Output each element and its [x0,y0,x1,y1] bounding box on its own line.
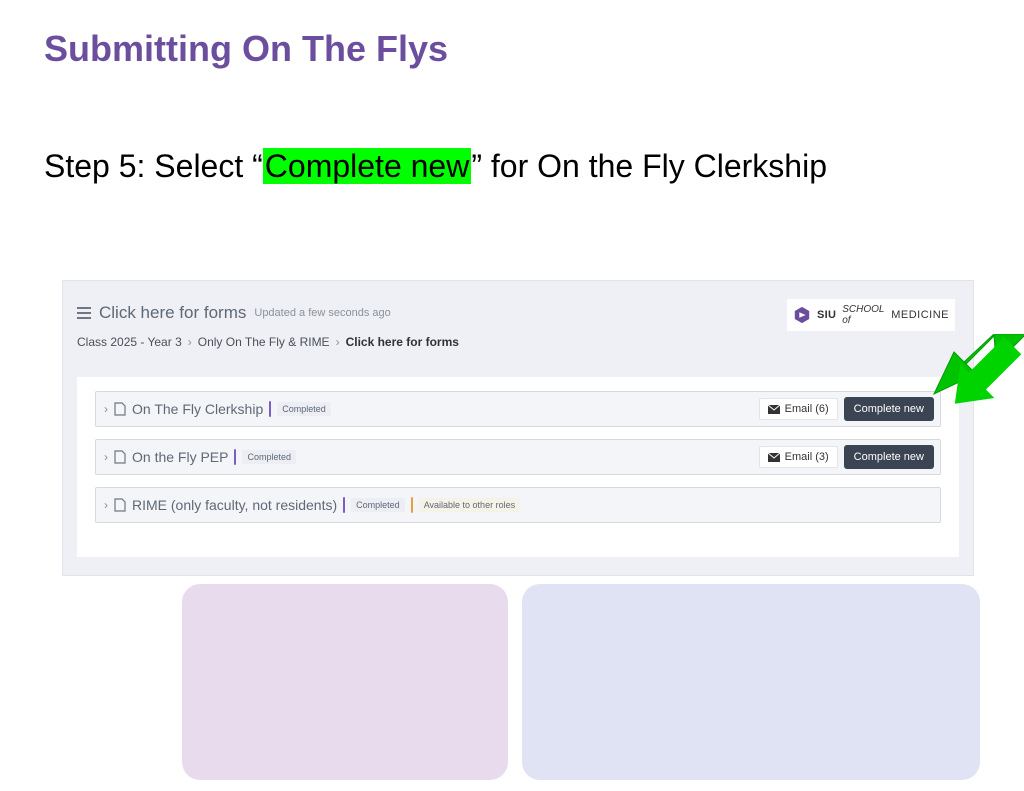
divider [269,401,271,417]
divider [234,449,236,465]
envelope-icon [768,453,780,462]
chevron-right-icon: › [336,335,340,349]
status-badge: Completed [242,450,296,464]
callout-arrow-icon [926,334,1024,414]
chevron-right-icon: › [188,335,192,349]
form-row-title: On the Fly PEP [132,449,228,465]
document-icon [114,498,126,512]
envelope-icon [768,405,780,414]
logo-text-bold: SIU [817,309,836,321]
form-row-clerkship[interactable]: › On The Fly Clerkship Completed Email (… [95,391,941,427]
org-logo: SIU SCHOOL of MEDICINE [787,299,955,331]
hexagon-icon [793,306,811,324]
email-button[interactable]: Email (6) [759,398,838,420]
form-row-title: RIME (only faculty, not residents) [132,497,337,513]
availability-badge: Available to other roles [419,498,520,512]
email-label: Email (6) [785,403,829,415]
divider [343,497,345,513]
complete-new-button[interactable]: Complete new [844,445,934,469]
logo-text-med: MEDICINE [891,309,949,321]
forms-title[interactable]: Click here for forms [99,303,246,323]
crumb-1[interactable]: Class 2025 - Year 3 [77,335,182,349]
form-row-title: On The Fly Clerkship [132,401,263,417]
form-row-pep[interactable]: › On the Fly PEP Completed Email (3) Com… [95,439,941,475]
crumb-current: Click here for forms [346,335,459,349]
form-row-rime[interactable]: › RIME (only faculty, not residents) Com… [95,487,941,523]
slide-title: Submitting On The Flys [44,28,448,70]
crumb-2[interactable]: Only On The Fly & RIME [198,335,330,349]
status-badge: Completed [277,402,331,416]
complete-new-button[interactable]: Complete new [844,397,934,421]
logo-text-light: SCHOOL of [842,304,885,326]
divider [411,497,413,513]
email-label: Email (3) [785,451,829,463]
email-button[interactable]: Email (3) [759,446,838,468]
document-icon [114,450,126,464]
updated-label: Updated a few seconds ago [254,307,390,319]
list-icon [77,307,91,319]
document-icon [114,402,126,416]
step-instruction: Step 5: Select “Complete new” for On the… [44,146,904,188]
rows-card: › On The Fly Clerkship Completed Email (… [77,377,959,557]
chevron-right-icon[interactable]: › [104,450,108,464]
screenshot-panel: Click here for forms Updated a few secon… [62,280,974,576]
chevron-right-icon[interactable]: › [104,498,108,512]
highlighted-term: Complete new [263,148,472,184]
breadcrumb: Class 2025 - Year 3 › Only On The Fly & … [77,335,959,349]
step-prefix: Step 5: Select “ [44,148,263,184]
step-suffix: ” for On the Fly Clerkship [471,148,827,184]
decorative-block [182,584,508,780]
status-badge: Completed [351,498,405,512]
decorative-block [522,584,980,780]
chevron-right-icon[interactable]: › [104,402,108,416]
row-actions: Email (6) Complete new [759,397,934,421]
slide: Submitting On The Flys Step 5: Select “C… [0,0,1024,791]
row-actions: Email (3) Complete new [759,445,934,469]
